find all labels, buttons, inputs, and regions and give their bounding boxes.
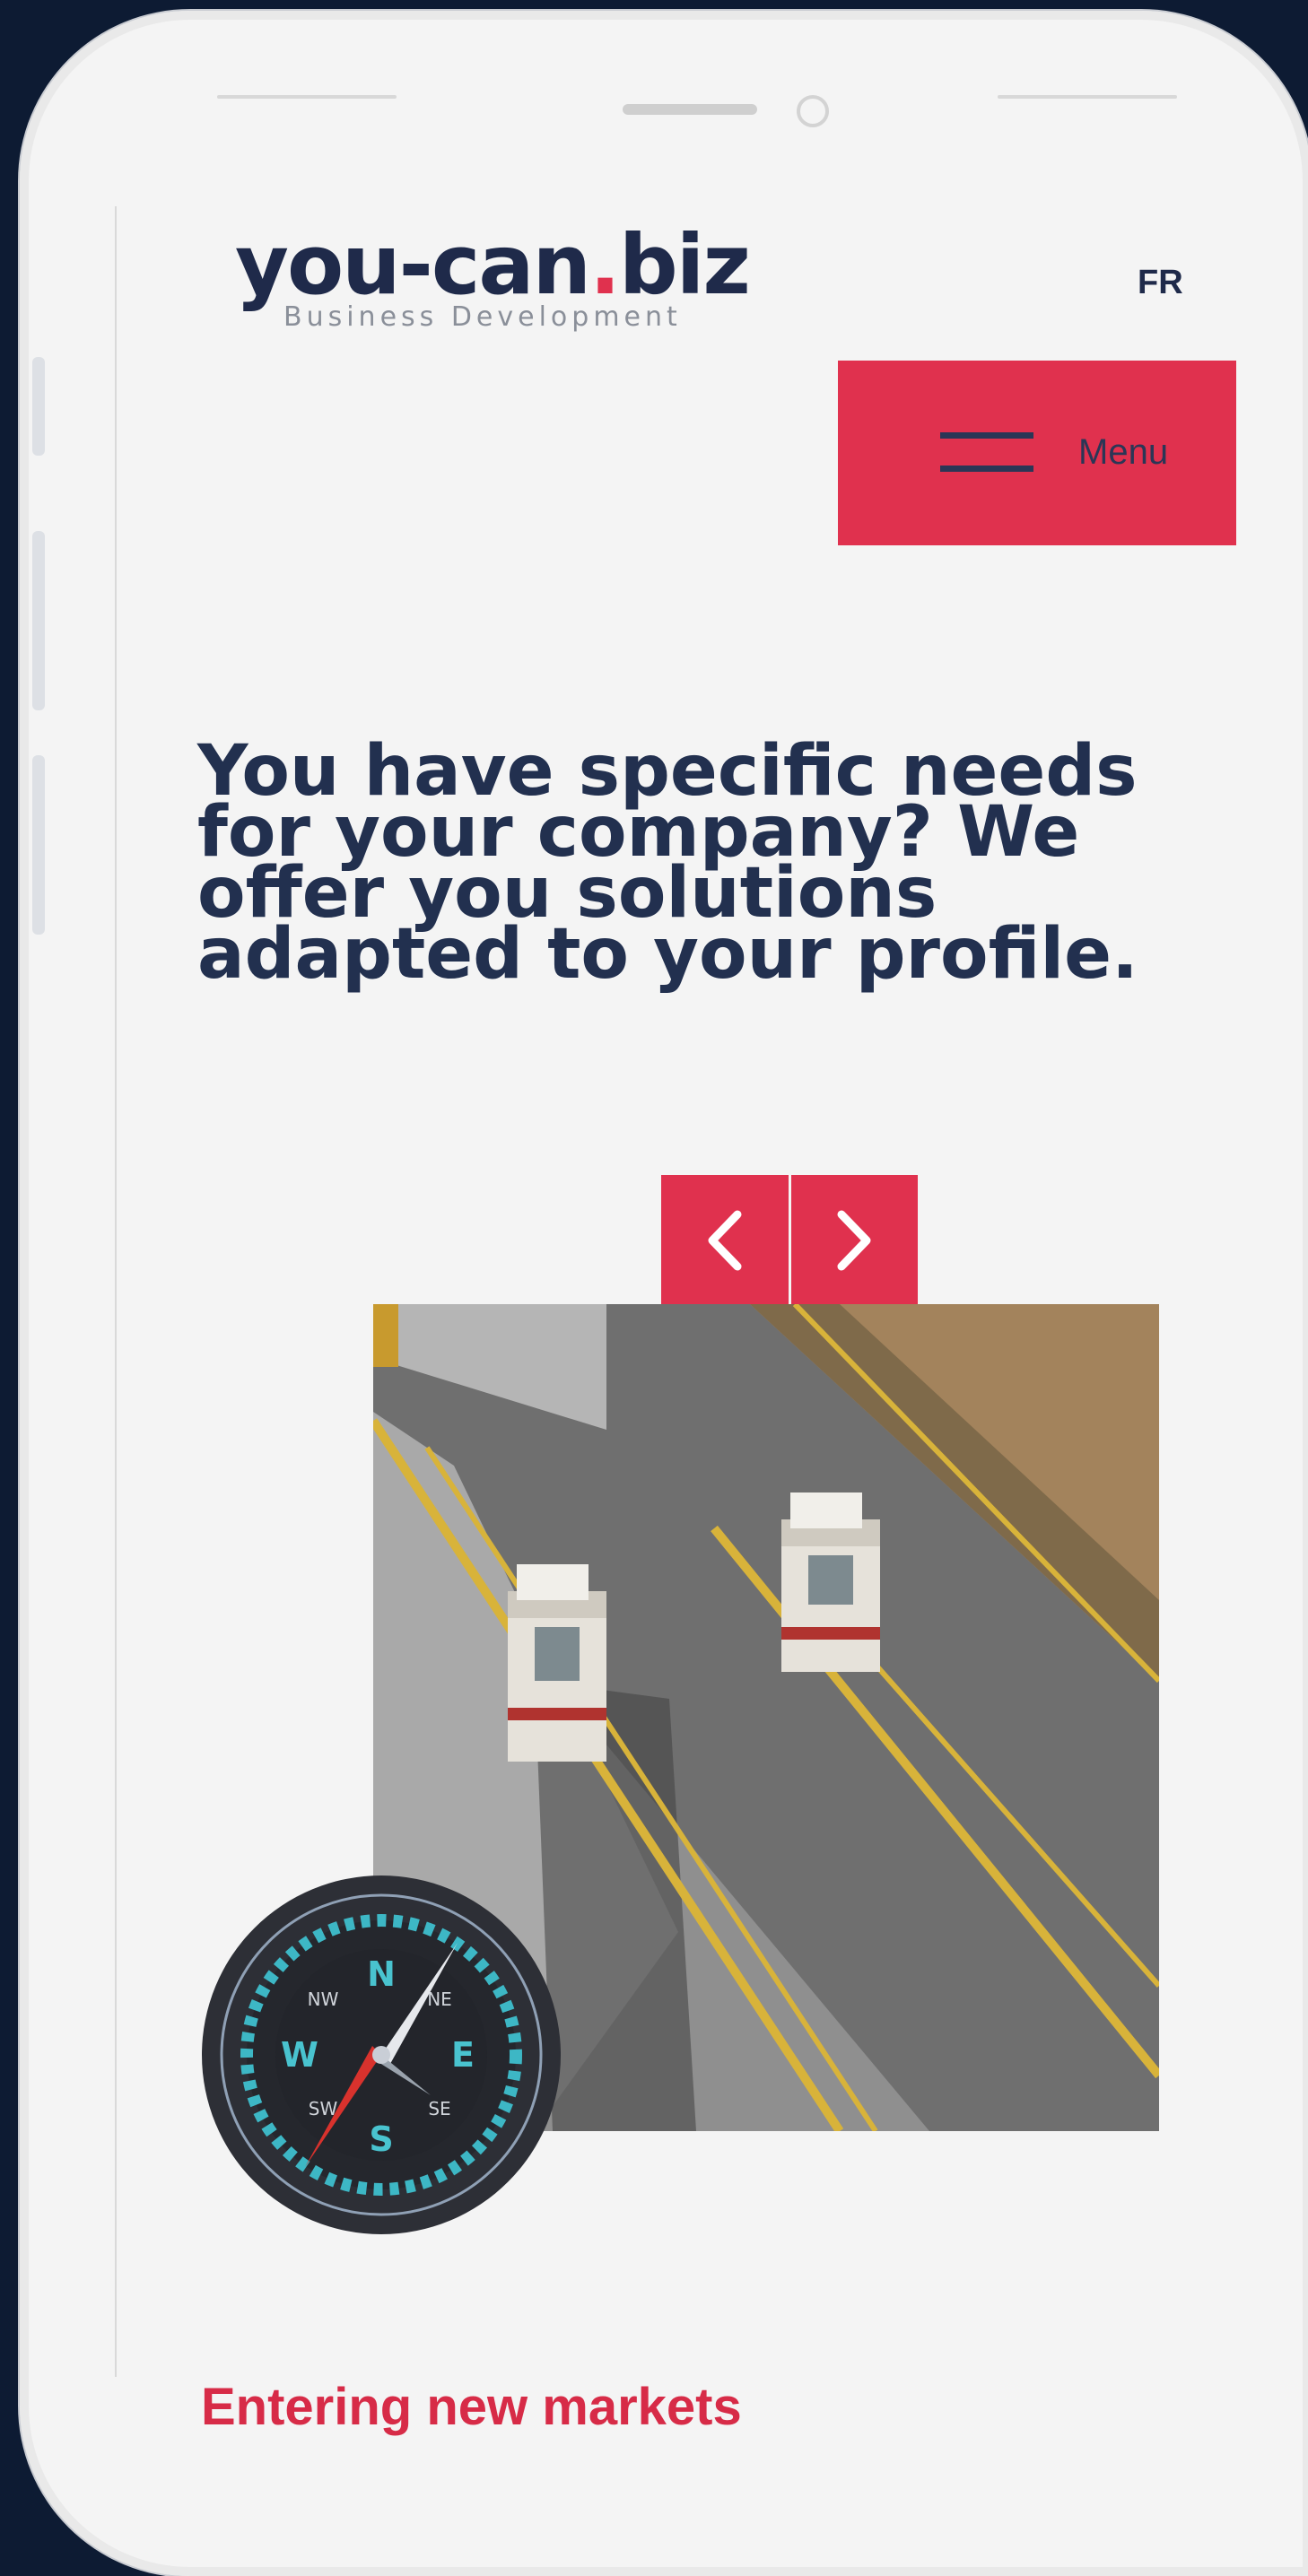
compass-label-n: N <box>367 1954 396 1994</box>
compass-label-se: SE <box>428 2098 450 2119</box>
menu-label: Menu <box>1078 432 1169 472</box>
hamburger-icon <box>940 432 1033 499</box>
site-logo[interactable]: you-can.biz Business Development <box>235 217 751 334</box>
section-title: Entering new markets <box>201 2378 742 2436</box>
phone-bezel-line <box>998 95 1177 99</box>
phone-speaker <box>623 104 757 115</box>
phone-side-button <box>32 755 45 935</box>
slider-prev-button[interactable] <box>661 1175 789 1305</box>
logo-tagline: Business Development <box>283 301 682 333</box>
phone-side-button <box>32 531 45 710</box>
phone-side-button <box>32 357 45 456</box>
language-toggle[interactable]: FR <box>1138 264 1183 302</box>
compass-label-e: E <box>451 2035 475 2075</box>
logo-wordmark: you-can.biz <box>235 217 751 313</box>
screen-edge <box>115 206 117 2377</box>
compass-label-ne: NE <box>427 1989 452 2010</box>
menu-button[interactable]: Menu <box>838 361 1236 545</box>
slider-next-button[interactable] <box>788 1175 918 1305</box>
compass-label-w: W <box>281 2035 318 2075</box>
chevron-left-icon <box>708 1210 742 1270</box>
phone-camera <box>797 95 829 127</box>
phone-bezel-line <box>217 95 397 99</box>
slider-controls <box>661 1175 918 1305</box>
chevron-right-icon <box>837 1210 871 1270</box>
compass-label-nw: NW <box>308 1989 339 2010</box>
hero-headline: You have specific needs for your company… <box>197 731 1138 995</box>
compass-image: N S E W NE SE SW NW <box>197 1871 565 2239</box>
compass-label-s: S <box>369 2119 393 2159</box>
